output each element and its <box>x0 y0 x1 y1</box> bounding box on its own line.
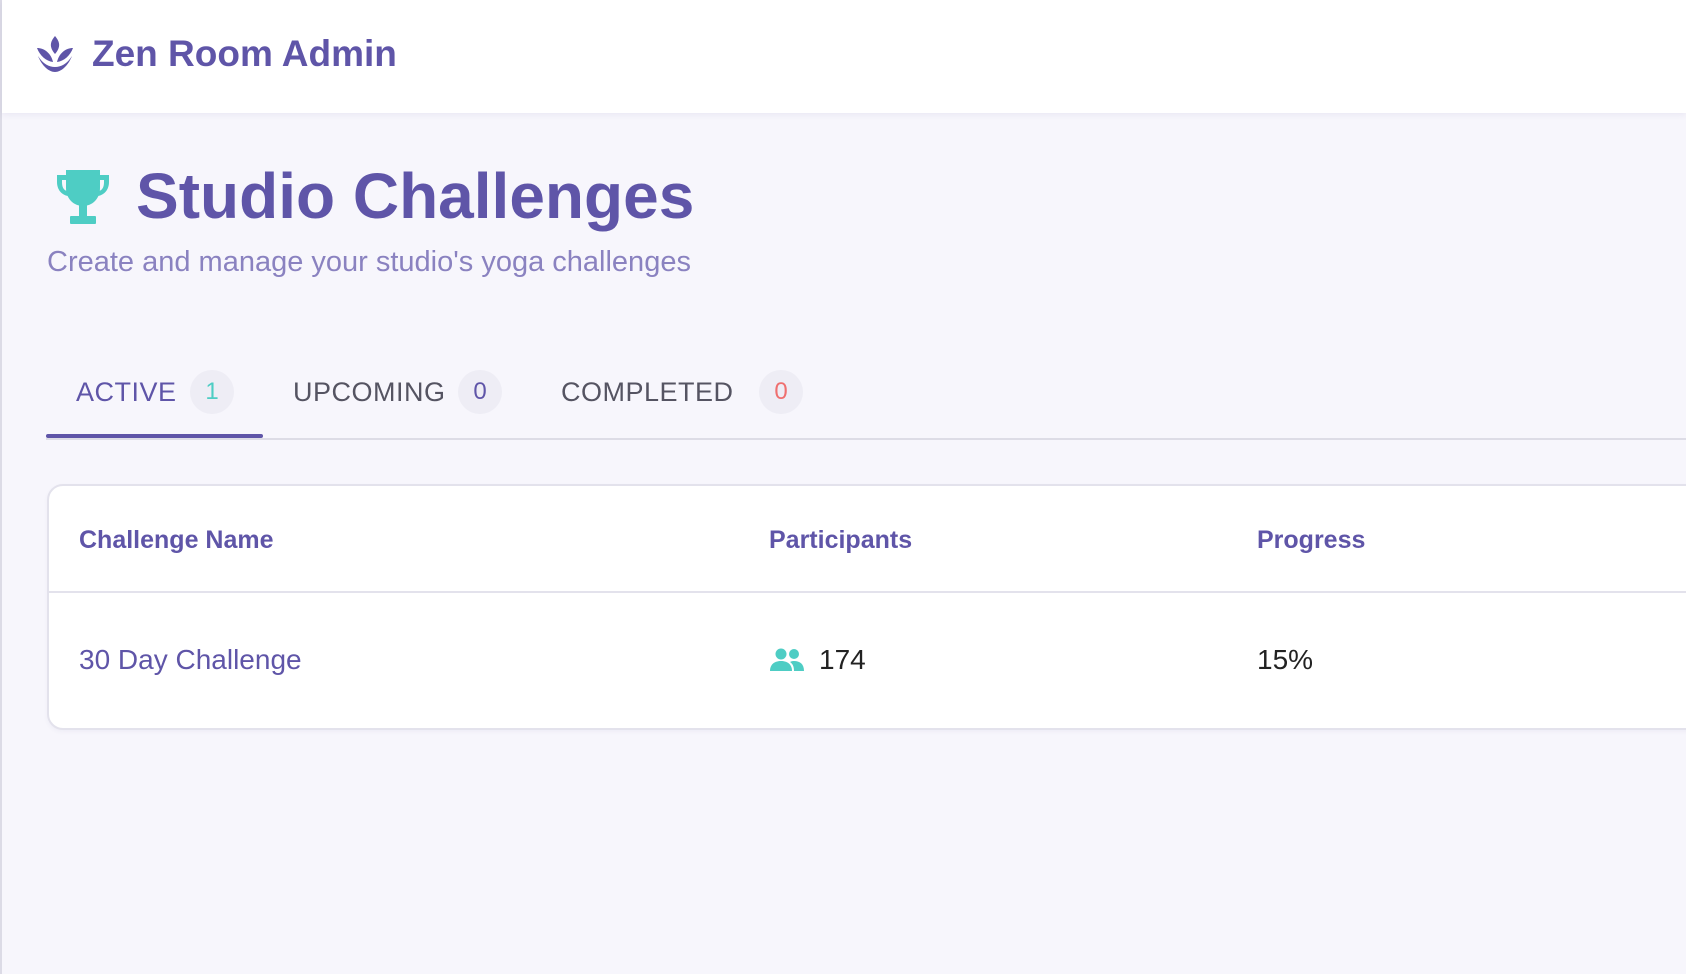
table-header: Challenge Name Participants Progress <box>49 486 1686 593</box>
people-icon <box>770 648 804 671</box>
trophy-icon <box>52 166 114 228</box>
tab-completed-count-badge: 0 <box>759 370 803 414</box>
progress-value: 15% <box>1257 644 1314 675</box>
challenge-tabs: ACTIVE 1 UPCOMING 0 COMPLETED 0 <box>46 358 1686 440</box>
participants-cell: 174 <box>769 643 866 677</box>
tab-upcoming-count-badge: 0 <box>458 370 502 414</box>
tab-upcoming-label: UPCOMING <box>293 377 446 407</box>
tab-active[interactable]: ACTIVE 1 <box>46 358 263 438</box>
challenge-name-link[interactable]: 30 Day Challenge <box>79 643 302 677</box>
tab-active-count-badge: 1 <box>190 370 234 414</box>
challenges-table: Challenge Name Participants Progress 30 … <box>47 484 1686 730</box>
page-subtitle: Create and manage your studio's yoga cha… <box>47 246 691 278</box>
lotus-icon <box>34 34 76 74</box>
page-title: Studio Challenges <box>136 160 695 232</box>
participants-count: 174 <box>819 644 866 675</box>
column-header-challenge-name[interactable]: Challenge Name <box>79 524 274 556</box>
tab-completed[interactable]: COMPLETED 0 <box>561 358 841 436</box>
table-row[interactable]: 30 Day Challenge 174 15% <box>49 593 1686 726</box>
tab-upcoming[interactable]: UPCOMING 0 <box>293 358 533 436</box>
left-border <box>0 0 2 974</box>
brand-title[interactable]: Zen Room Admin <box>92 30 397 78</box>
tab-active-label: ACTIVE <box>76 377 177 407</box>
column-header-participants[interactable]: Participants <box>769 524 912 556</box>
column-header-progress[interactable]: Progress <box>1257 524 1365 556</box>
tab-completed-label: COMPLETED <box>561 377 734 407</box>
top-navbar: Zen Room Admin <box>2 0 1686 113</box>
